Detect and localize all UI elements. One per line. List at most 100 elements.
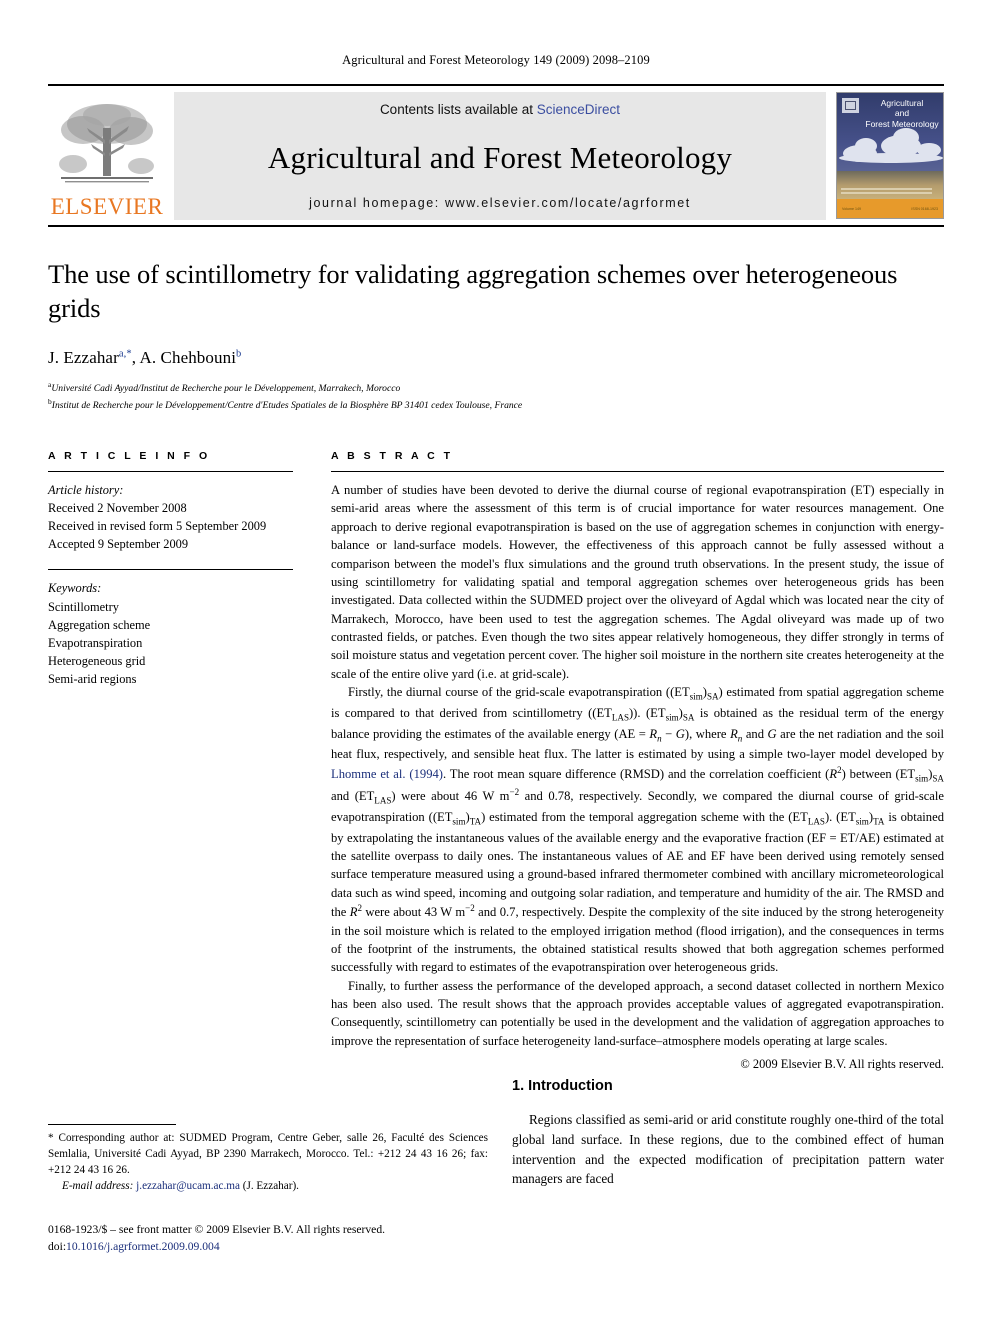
cover-field-line	[841, 191, 933, 194]
page-title: The use of scintillometry for validating…	[48, 259, 898, 324]
author-2-affiliation-marker[interactable]: b	[236, 348, 241, 359]
abstract-paragraph-2: Firstly, the diurnal course of the grid-…	[331, 683, 944, 977]
corresponding-author-text: Corresponding author at: SUDMED Program,…	[48, 1132, 488, 1177]
abs2-s15: ) were about 46 W m	[391, 788, 510, 803]
abs2-s4: )). (ET	[628, 705, 666, 720]
journal-cover-thumbnail[interactable]: Agricultural and Forest Meteorology Volu…	[836, 92, 944, 219]
contents-prefix: Contents lists available at	[379, 102, 537, 117]
doi-link[interactable]: 10.1016/j.agrformet.2009.09.004	[66, 1240, 220, 1253]
abs2-sub8: LAS	[374, 795, 392, 806]
author-name-2: , A. Chehbouni	[131, 347, 237, 367]
email-suffix: (J. Ezzahar).	[239, 1180, 299, 1193]
keyword-item: Heterogeneous grid	[48, 653, 146, 668]
cover-title-line1: Agricultural	[880, 98, 924, 108]
abs2-s12: ) between (ET	[841, 767, 916, 782]
abs2-s7: −	[661, 726, 676, 741]
abs2-sub5: SA	[682, 712, 695, 723]
email-line: E-mail address: j.ezzahar@ucam.ac.ma (J.…	[48, 1178, 488, 1194]
keywords-rule	[48, 569, 293, 571]
abs2-sub11: LAS	[807, 816, 825, 827]
abs2-sup1: −2	[509, 786, 520, 797]
elsevier-logo: ELSEVIER	[48, 92, 166, 220]
journal-masthead: ELSEVIER Contents lists available at Sci…	[48, 84, 944, 220]
keywords-label: Keywords:	[48, 581, 102, 596]
abs2-s21: is obtained by extrapolating the instant…	[331, 809, 944, 920]
doi-line: doi:10.1016/j.agrformet.2009.09.004	[48, 1238, 488, 1255]
affiliation-a-text: Université Cadi Ayyad/Institut de Recher…	[51, 383, 401, 395]
article-history-group: Article history: Received 2 November 200…	[48, 481, 293, 553]
abs2-s14: and (ET	[331, 788, 375, 803]
elsevier-wordmark: ELSEVIER	[50, 194, 164, 219]
author-name-1: J. Ezzahar	[48, 347, 119, 367]
abstract-column: A B S T R A C T A number of studies have…	[331, 450, 944, 1072]
introduction-column: 1. Introduction Regions classified as se…	[512, 1078, 944, 1189]
abs2-g1: G	[675, 726, 685, 741]
abs2-s18: ) estimated from the temporal aggregatio…	[481, 809, 808, 824]
abs2-s22: were about 43 W m	[362, 905, 466, 920]
affiliation-a: aUniversité Cadi Ayyad/Institut de Reche…	[48, 379, 944, 397]
sciencedirect-link[interactable]: ScienceDirect	[537, 102, 620, 117]
keyword-item: Scintillometry	[48, 599, 119, 614]
article-info-column: A R T I C L E I N F O Article history: R…	[48, 450, 293, 688]
abs2-sub10: TA	[469, 816, 482, 827]
abs2-s11: . The root mean square difference (RMSD)…	[443, 767, 830, 782]
article-history-label: Article history:	[48, 483, 124, 498]
author-1-affiliation-marker[interactable]: a,*	[119, 348, 132, 359]
cover-elsevier-mark-icon	[842, 98, 859, 113]
abs2-rn2: R	[730, 726, 738, 741]
cover-title-line3: Forest Meteorology	[865, 118, 939, 129]
keyword-item: Aggregation scheme	[48, 617, 151, 632]
abs2-sub7: SA	[932, 773, 944, 784]
article-info-rule	[48, 471, 293, 473]
abstract-body: A number of studies have been devoted to…	[331, 481, 944, 1050]
email-link[interactable]: j.ezzahar@ucam.ac.ma	[136, 1180, 240, 1192]
journal-homepage-line[interactable]: journal homepage: www.elsevier.com/locat…	[309, 196, 691, 210]
abs2-g2: G	[767, 726, 777, 741]
masthead-bottom-rule	[48, 225, 944, 227]
doi-label: doi:	[48, 1239, 67, 1253]
abs2-sub2: SA	[706, 691, 719, 702]
footnote-separator-rule	[48, 1124, 176, 1125]
affiliation-b: bInstitut de Recherche pour le Développe…	[48, 396, 944, 414]
abstract-heading: A B S T R A C T	[331, 450, 453, 463]
introduction-heading: 1. Introduction	[512, 1078, 613, 1094]
history-item: Accepted 9 September 2009	[48, 537, 189, 552]
history-item: Received 2 November 2008	[48, 501, 187, 516]
article-info-heading: A R T I C L E I N F O	[48, 450, 211, 463]
cover-cloud	[855, 138, 877, 154]
abstract-paragraph-1: A number of studies have been devoted to…	[331, 483, 944, 681]
abs2-r1: R	[829, 767, 838, 782]
cover-field-line	[841, 188, 933, 190]
affiliation-list: aUniversité Cadi Ayyad/Institut de Reche…	[48, 379, 944, 414]
elsevier-tree-icon	[59, 104, 154, 183]
keywords-group: Keywords: Scintillometry Aggregation sch…	[48, 579, 293, 688]
cover-cloud	[893, 128, 919, 147]
journal-title: Agricultural and Forest Meteorology	[267, 139, 733, 175]
keyword-item: Evapotranspiration	[48, 635, 143, 650]
abs2-sub1: sim	[689, 691, 703, 702]
abs2-s9: and	[742, 726, 768, 741]
running-head: Agricultural and Forest Meteorology 149 …	[342, 53, 650, 67]
corresponding-author-note: * Corresponding author at: SUDMED Progra…	[48, 1130, 488, 1195]
abs2-s19: ). (ET	[824, 809, 856, 824]
cover-field	[837, 170, 943, 203]
abs2-rn1: R	[649, 726, 658, 741]
email-label: E-mail address:	[62, 1180, 134, 1193]
issn-line: 0168-1923/$ – see front matter © 2009 El…	[48, 1222, 386, 1236]
abs2-sub4: sim	[665, 712, 679, 723]
cover-title: Agricultural and Forest Meteorology	[864, 98, 940, 129]
abs2-sub13: TA	[873, 816, 885, 827]
footnote-column: * Corresponding author at: SUDMED Progra…	[48, 1078, 488, 1278]
cover-issn-text: ISSN 0168-1923	[911, 206, 938, 211]
abs2-sub3: LAS	[611, 712, 629, 723]
masthead-banner: Contents lists available at ScienceDirec…	[174, 92, 826, 220]
abs2-s1: Firstly, the diurnal course of the grid-…	[348, 685, 690, 700]
abs2-sub9: sim	[452, 816, 466, 827]
affiliation-b-text: Institut de Recherche pour le Développem…	[51, 400, 523, 412]
author-list: J. Ezzahara,*, A. Chehbounib	[48, 348, 944, 368]
issn-copyright-block: 0168-1923/$ – see front matter © 2009 El…	[48, 1221, 488, 1256]
copyright-line: © 2009 Elsevier B.V. All rights reserved…	[740, 1057, 944, 1072]
bottom-columns: * Corresponding author at: SUDMED Progra…	[48, 1078, 944, 1278]
cover-cloud	[839, 153, 943, 163]
citation-link-lhomme[interactable]: Lhomme et al. (1994)	[331, 767, 443, 781]
